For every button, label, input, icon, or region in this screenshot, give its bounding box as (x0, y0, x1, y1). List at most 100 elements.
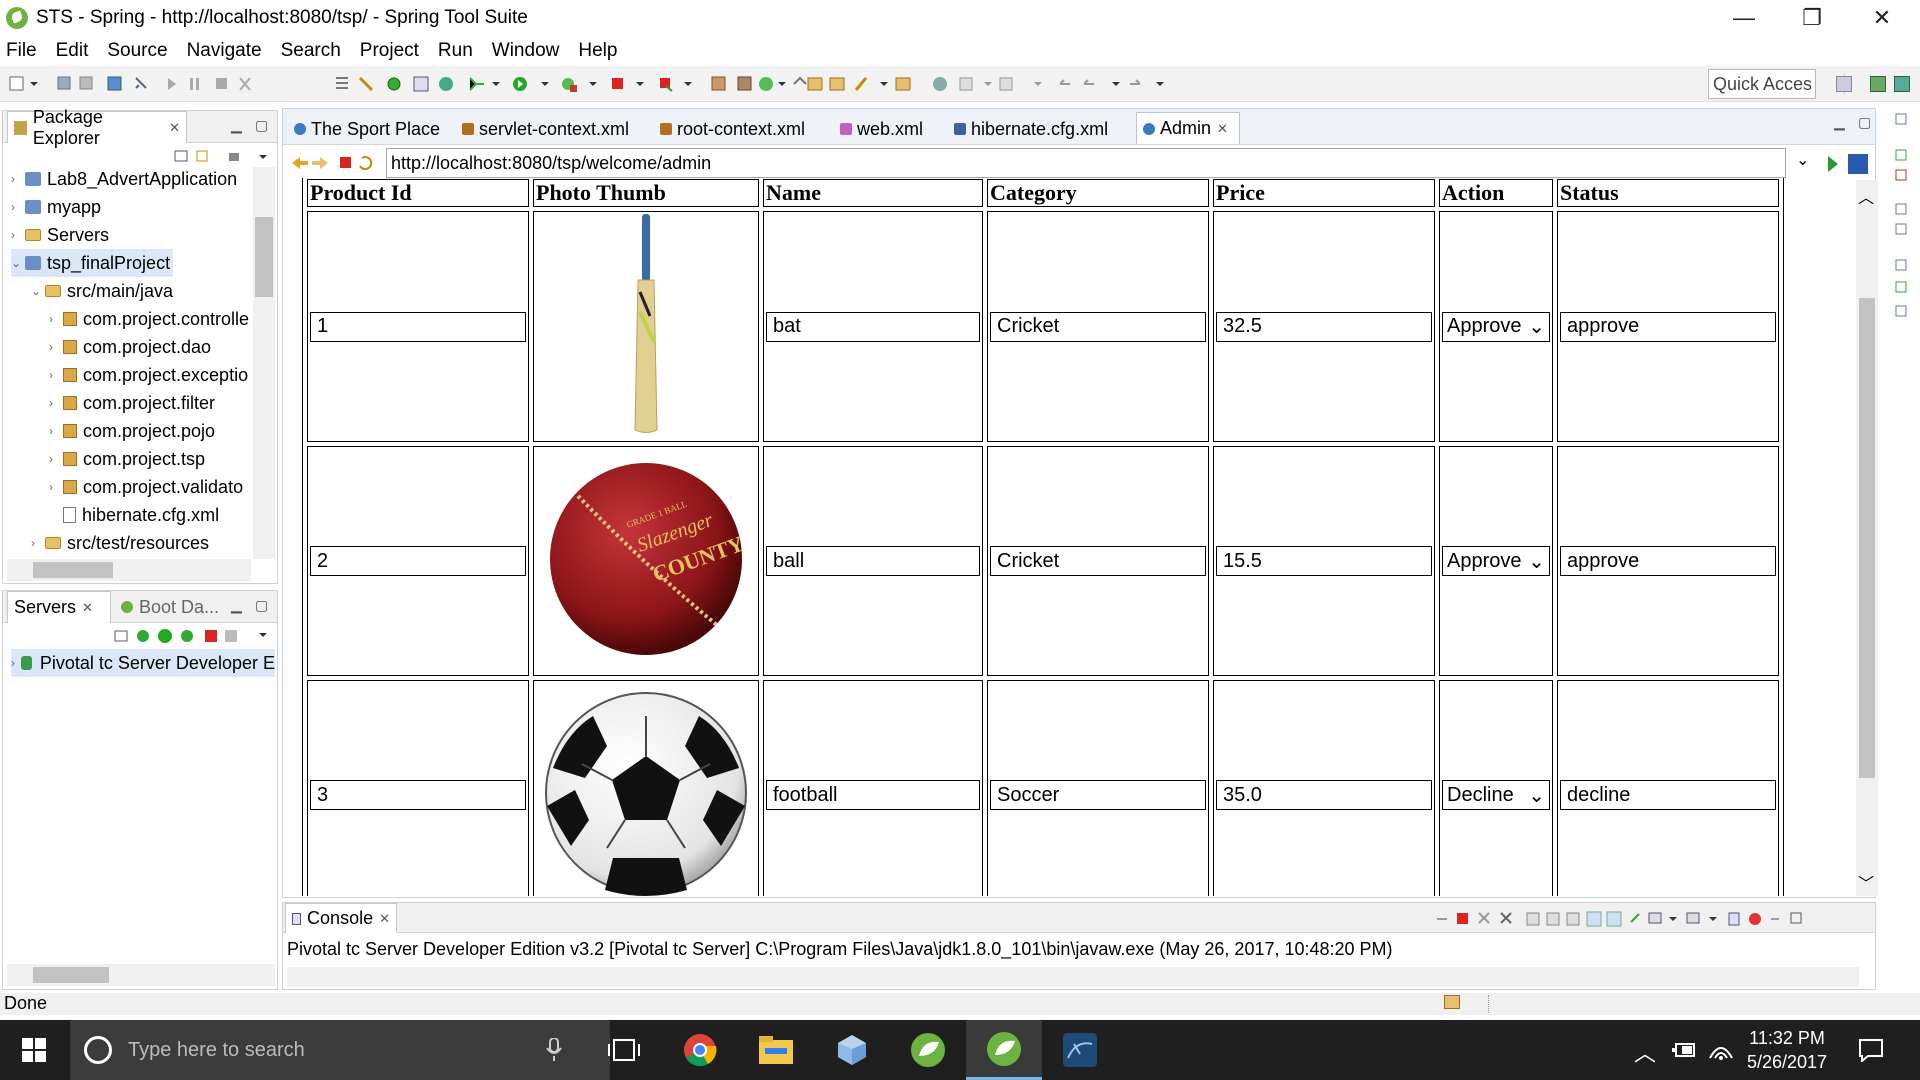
minimize-icon[interactable]: — (1710, 0, 1778, 36)
status-input[interactable] (1560, 780, 1776, 810)
tab-servlet-context[interactable]: servlet-context.xml (456, 114, 635, 144)
tree-item-package[interactable]: › com.project.tsp (49, 445, 205, 473)
tree-item-myapp[interactable]: › myapp (11, 193, 101, 221)
action-center-icon[interactable] (1858, 1038, 1884, 1062)
product-id-input[interactable] (310, 546, 526, 576)
action-select[interactable]: Decline ⌄ (1442, 780, 1550, 810)
tree-item-src-test-resources[interactable]: › src/test/resources (31, 529, 209, 557)
horizontal-scrollbar[interactable] (7, 964, 275, 986)
close-icon[interactable]: ✕ (82, 600, 93, 616)
quick-access-field[interactable] (1708, 69, 1816, 99)
browser-url-input[interactable] (386, 148, 1786, 178)
close-icon[interactable]: ✕ (169, 120, 180, 136)
tree-item-package[interactable]: › com.project.filter (49, 389, 215, 417)
taskbar-clock[interactable]: 11:32 PM 5/26/2017 (1742, 1026, 1832, 1074)
wifi-icon[interactable] (1708, 1038, 1734, 1062)
close-icon[interactable]: ✕ (379, 911, 390, 927)
tree-item-src-main-java[interactable]: ⌄ src/main/java (31, 277, 173, 305)
mysql-workbench-taskbar-icon[interactable] (1042, 1020, 1118, 1080)
menu-edit[interactable]: Edit (56, 40, 89, 62)
tree-item-package[interactable]: › com.project.dao (49, 333, 211, 361)
spring-tool-suite-active-taskbar-icon[interactable] (966, 1020, 1042, 1080)
go-button[interactable] (1824, 152, 1870, 176)
menu-search[interactable]: Search (281, 40, 341, 62)
3d-box-taskbar-icon[interactable] (814, 1020, 890, 1080)
action-select[interactable]: Approve ⌄ (1442, 546, 1550, 576)
spring-tool-suite-taskbar-icon[interactable] (890, 1020, 966, 1080)
tab-package-explorer[interactable]: Package Explorer ✕ (7, 107, 187, 148)
product-id-input[interactable] (310, 780, 526, 810)
menu-navigate[interactable]: Navigate (187, 40, 262, 62)
file-explorer-taskbar-icon[interactable] (738, 1020, 814, 1080)
restore-icon[interactable]: ❐ (1778, 0, 1846, 36)
console-toolbar[interactable] (1433, 910, 1823, 928)
tree-item-file[interactable]: hibernate.cfg.xml (63, 501, 219, 529)
tree-item-package[interactable]: › com.project.controlle (49, 305, 249, 333)
tab-admin[interactable]: Admin ✕ (1136, 112, 1240, 144)
scrollbar-thumb[interactable] (33, 967, 109, 983)
spring-perspective-icon[interactable] (1870, 76, 1886, 92)
maximize-view-icon[interactable]: ▢ (255, 117, 268, 134)
tab-boot-dashboard[interactable]: Boot Da... (115, 591, 225, 623)
menu-file[interactable]: File (6, 40, 37, 62)
tab-servers[interactable]: Servers ✕ (7, 591, 111, 623)
tree-item-package[interactable]: › com.project.pojo (49, 417, 215, 445)
scrollbar-thumb[interactable] (1859, 298, 1875, 778)
show-hidden-icons-icon[interactable]: ︿ (1634, 1036, 1656, 1068)
chrome-taskbar-icon[interactable] (662, 1020, 738, 1080)
horizontal-scrollbar[interactable] (7, 559, 251, 581)
microphone-icon[interactable] (546, 1038, 562, 1062)
scrollbar-thumb[interactable] (33, 562, 113, 578)
minimize-view-icon[interactable]: ▁ (1834, 114, 1845, 131)
tree-item-package[interactable]: › com.project.exceptio (49, 361, 248, 389)
task-view-icon[interactable] (608, 1038, 640, 1062)
scrollbar-thumb[interactable] (255, 217, 273, 297)
battery-icon[interactable] (1672, 1040, 1698, 1060)
tab-hibernate-cfg[interactable]: hibernate.cfg.xml (948, 114, 1114, 144)
product-name-input[interactable] (766, 546, 980, 576)
status-input[interactable] (1560, 546, 1776, 576)
minimize-view-icon[interactable]: ▁ (231, 117, 242, 134)
browser-vertical-scrollbar[interactable]: ︿ ﹀ (1856, 180, 1878, 896)
product-category-input[interactable] (990, 546, 1206, 576)
product-id-input[interactable] (310, 311, 526, 342)
status-input[interactable] (1560, 311, 1776, 342)
menu-project[interactable]: Project (360, 40, 419, 62)
tree-item-package[interactable]: › com.project.validato (49, 473, 243, 501)
tab-root-context[interactable]: root-context.xml (654, 114, 811, 144)
tree-item-lab8[interactable]: › Lab8_AdvertApplication (11, 165, 237, 193)
product-price-input[interactable] (1216, 780, 1432, 810)
url-dropdown-icon[interactable]: ⌄ (1796, 150, 1809, 170)
maximize-view-icon[interactable]: ▢ (255, 597, 268, 614)
taskbar-search-box[interactable]: Type here to search (70, 1020, 610, 1080)
product-category-input[interactable] (990, 780, 1206, 810)
close-icon[interactable]: ✕ (1848, 0, 1916, 36)
tab-sport-place[interactable]: The Sport Place (288, 114, 446, 144)
maximize-view-icon[interactable]: ▢ (1858, 114, 1871, 131)
menu-source[interactable]: Source (107, 40, 167, 62)
product-category-input[interactable] (990, 311, 1206, 342)
tree-item-tsp-finalproject[interactable]: ⌄ tsp_finalProject (11, 249, 173, 277)
close-icon[interactable]: ✕ (1217, 121, 1228, 137)
action-select[interactable]: Approve ⌄ (1442, 311, 1550, 342)
scroll-down-icon[interactable]: ﹀ (1858, 870, 1874, 894)
menu-window[interactable]: Window (492, 40, 560, 62)
browser-nav-buttons[interactable] (288, 150, 384, 181)
vertical-scrollbar[interactable] (253, 167, 275, 559)
console-horizontal-scrollbar[interactable] (287, 967, 1859, 987)
scroll-up-icon[interactable]: ︿ (1858, 184, 1874, 208)
tab-web-xml[interactable]: web.xml (834, 114, 929, 144)
menu-run[interactable]: Run (438, 40, 473, 62)
tree-item-servers[interactable]: › Servers (11, 221, 109, 249)
product-price-input[interactable] (1216, 311, 1432, 342)
right-trim-stack[interactable] (1890, 110, 1916, 330)
product-name-input[interactable] (766, 780, 980, 810)
menu-help[interactable]: Help (578, 40, 617, 62)
windows-start-icon[interactable] (22, 1038, 48, 1064)
product-name-input[interactable] (766, 311, 980, 342)
server-row[interactable]: › Pivotal tc Server Developer E (11, 649, 275, 677)
tab-console[interactable]: Console ✕ (285, 903, 397, 933)
product-price-input[interactable] (1216, 546, 1432, 576)
perspective-open-icon[interactable] (1836, 76, 1852, 92)
debug-perspective-icon[interactable] (1894, 76, 1910, 92)
